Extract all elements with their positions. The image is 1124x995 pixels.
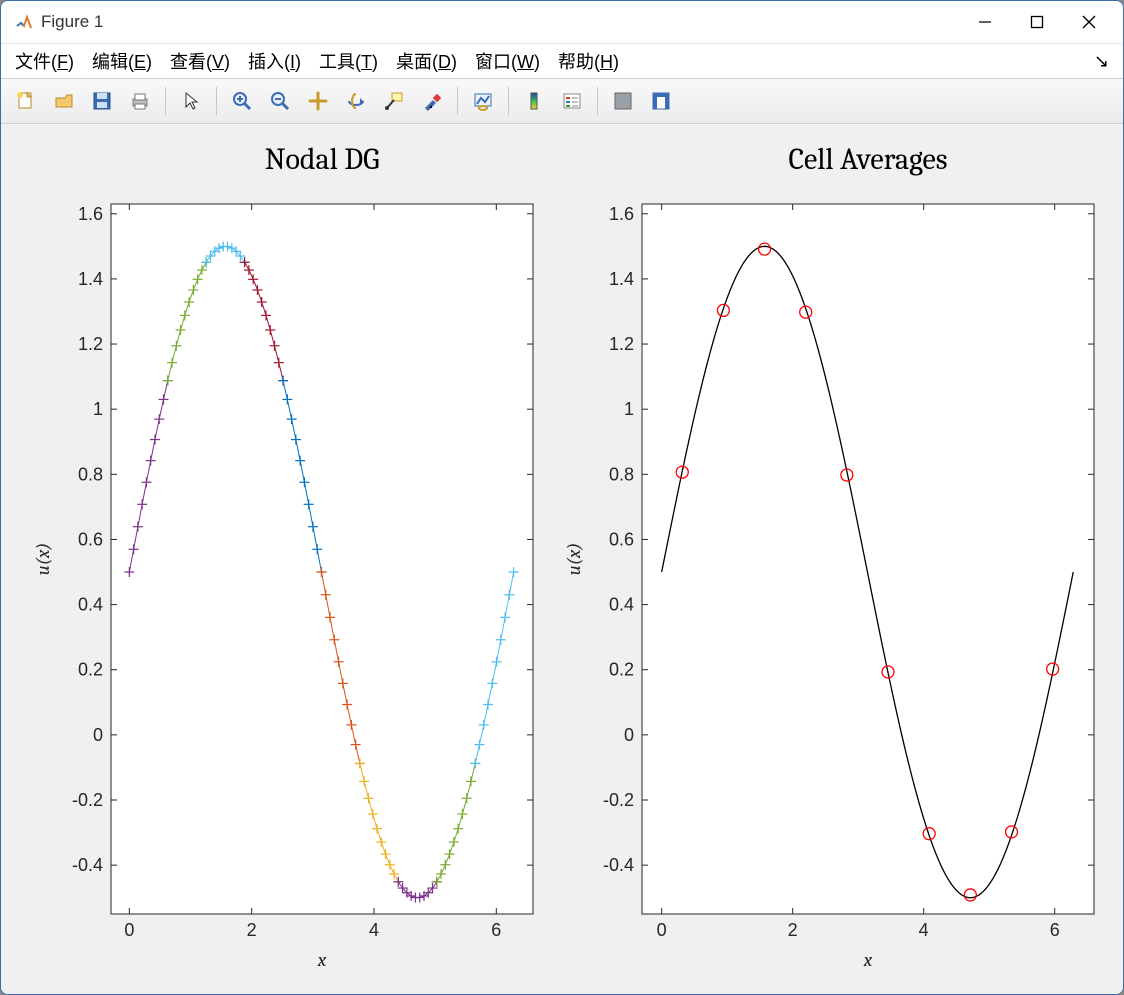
- svg-text:4: 4: [369, 920, 379, 940]
- menubar: 文件(F)编辑(E)查看(V)插入(I)工具(T)桌面(D)窗口(W)帮助(H)…: [1, 43, 1123, 79]
- menu-v[interactable]: 查看(V): [162, 46, 238, 76]
- svg-text:6: 6: [491, 920, 501, 940]
- svg-text:1.6: 1.6: [78, 204, 103, 224]
- menu-f[interactable]: 文件(F): [7, 46, 82, 76]
- svg-text:1: 1: [624, 399, 634, 419]
- svg-text:2: 2: [247, 920, 257, 940]
- svg-text:1.4: 1.4: [609, 269, 634, 289]
- maximize-button[interactable]: [1011, 1, 1063, 43]
- svg-text:u(x): u(x): [563, 543, 585, 576]
- svg-text:1: 1: [93, 399, 103, 419]
- svg-text:-0.4: -0.4: [603, 855, 634, 875]
- svg-text:-0.4: -0.4: [72, 855, 103, 875]
- figure-canvas[interactable]: Nodal DG 0 2 4 6 -0.4 -0.2 0 0.2 0.4 0.6 0.8 1 1.2 1.4…: [1, 124, 1123, 994]
- svg-text:0.2: 0.2: [78, 660, 103, 680]
- close-button[interactable]: [1063, 1, 1115, 43]
- pan-icon[interactable]: [301, 84, 335, 118]
- svg-text:6: 6: [1050, 920, 1060, 940]
- rotate3d-icon[interactable]: [339, 84, 373, 118]
- svg-text:0: 0: [93, 725, 103, 745]
- svg-text:0.6: 0.6: [78, 529, 103, 549]
- menu-t[interactable]: 工具(T): [311, 46, 386, 76]
- matlab-icon: [15, 13, 33, 31]
- axes-1[interactable]: Cell Averages 0 2 4 6 -0.4 -0.2 0 0.2 0.4 0.6 0.8 1 1…: [562, 124, 1124, 994]
- svg-text:2: 2: [788, 920, 798, 940]
- minimize-button[interactable]: [959, 1, 1011, 43]
- svg-text:x: x: [317, 949, 327, 971]
- zoom-out-icon[interactable]: [263, 84, 297, 118]
- open-icon[interactable]: [47, 84, 81, 118]
- svg-text:Cell Averages: Cell Averages: [788, 142, 947, 177]
- svg-text:1.4: 1.4: [78, 269, 103, 289]
- figure-window: Figure 1 文件(F)编辑(E)查看(V)插入(I)工具(T)桌面(D)窗…: [0, 0, 1124, 995]
- window-title: Figure 1: [41, 12, 103, 32]
- svg-text:0.4: 0.4: [609, 595, 634, 615]
- svg-text:1.2: 1.2: [609, 334, 634, 354]
- svg-text:-0.2: -0.2: [72, 790, 103, 810]
- titlebar[interactable]: Figure 1: [1, 1, 1123, 43]
- svg-text:0.6: 0.6: [609, 529, 634, 549]
- menu-i[interactable]: 插入(I): [240, 46, 309, 76]
- svg-text:1.6: 1.6: [609, 204, 634, 224]
- show-plot-tools-icon[interactable]: [644, 84, 678, 118]
- svg-text:0: 0: [624, 725, 634, 745]
- svg-text:0: 0: [657, 920, 667, 940]
- menu-d[interactable]: 桌面(D): [388, 46, 465, 76]
- undock-icon[interactable]: ↘: [1094, 51, 1109, 72]
- brush-icon[interactable]: [415, 84, 449, 118]
- save-icon[interactable]: [85, 84, 119, 118]
- pointer-icon[interactable]: [174, 84, 208, 118]
- hide-plot-tools-icon[interactable]: [606, 84, 640, 118]
- toolbar: [1, 79, 1123, 124]
- axes-0[interactable]: Nodal DG 0 2 4 6 -0.4 -0.2 0 0.2 0.4 0.6 0.8 1 1.2 1.4…: [1, 124, 563, 994]
- svg-text:0.8: 0.8: [78, 464, 103, 484]
- menu-h[interactable]: 帮助(H): [550, 46, 627, 76]
- svg-text:0.2: 0.2: [609, 660, 634, 680]
- print-icon[interactable]: [123, 84, 157, 118]
- zoom-in-icon[interactable]: [225, 84, 259, 118]
- svg-text:4: 4: [919, 920, 929, 940]
- svg-text:0.8: 0.8: [609, 464, 634, 484]
- svg-text:0.4: 0.4: [78, 595, 103, 615]
- new-figure-icon[interactable]: [9, 84, 43, 118]
- link-icon[interactable]: [466, 84, 500, 118]
- svg-text:-0.2: -0.2: [603, 790, 634, 810]
- menu-w[interactable]: 窗口(W): [467, 46, 548, 76]
- svg-text:Nodal DG: Nodal DG: [265, 142, 380, 177]
- svg-text:1.2: 1.2: [78, 334, 103, 354]
- svg-text:x: x: [863, 949, 873, 971]
- datatip-icon[interactable]: [377, 84, 411, 118]
- colorbar-icon[interactable]: [517, 84, 551, 118]
- svg-text:u(x): u(x): [32, 543, 54, 576]
- svg-text:0: 0: [124, 920, 134, 940]
- menu-e[interactable]: 编辑(E): [84, 46, 160, 76]
- legend-icon[interactable]: [555, 84, 589, 118]
